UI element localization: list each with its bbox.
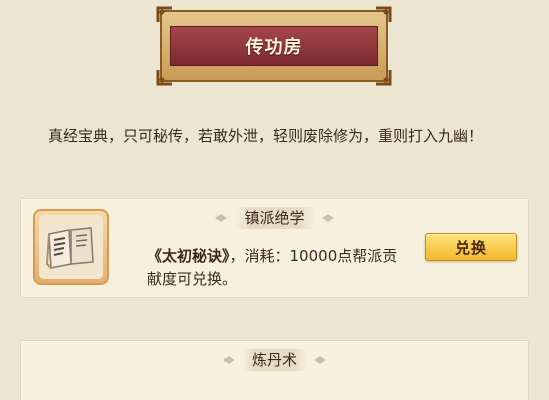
exchange-button[interactable]: 兑换 — [425, 233, 517, 261]
corner-ornament — [376, 6, 392, 22]
item-description: 《太初秘诀》，消耗：10000点帮派贡献度可兑换。 — [147, 245, 407, 291]
section-heading: 镇派绝学 — [234, 207, 315, 229]
section-header: 炼丹术 — [21, 349, 528, 371]
diamond-ornament-icon — [314, 356, 326, 364]
page-title: 传功房 — [245, 37, 303, 58]
corner-ornament — [156, 6, 172, 22]
section-card: 炼丹术 — [20, 340, 529, 400]
book-title: 《太初秘诀》 — [147, 247, 230, 265]
diamond-ornament-icon — [215, 214, 228, 222]
corner-ornament — [156, 70, 172, 86]
diamond-ornament-icon — [321, 214, 334, 222]
item-slot[interactable] — [33, 209, 109, 285]
title-plaque: 传功房 — [170, 26, 378, 66]
corner-ornament — [376, 70, 392, 86]
description-text: 真经宝典，只可秘传，若敢外泄，轻则废除修为，重则打入九幽！ — [48, 127, 484, 145]
title-banner: 传功房 — [156, 6, 392, 86]
diamond-ornament-icon — [222, 356, 235, 364]
section-card: 镇派绝学 《太初秘诀》，消耗：10000点帮派贡献度可兑换。 兑换 — [20, 198, 529, 298]
section-heading: 炼丹术 — [241, 349, 307, 371]
book-icon — [45, 227, 94, 269]
